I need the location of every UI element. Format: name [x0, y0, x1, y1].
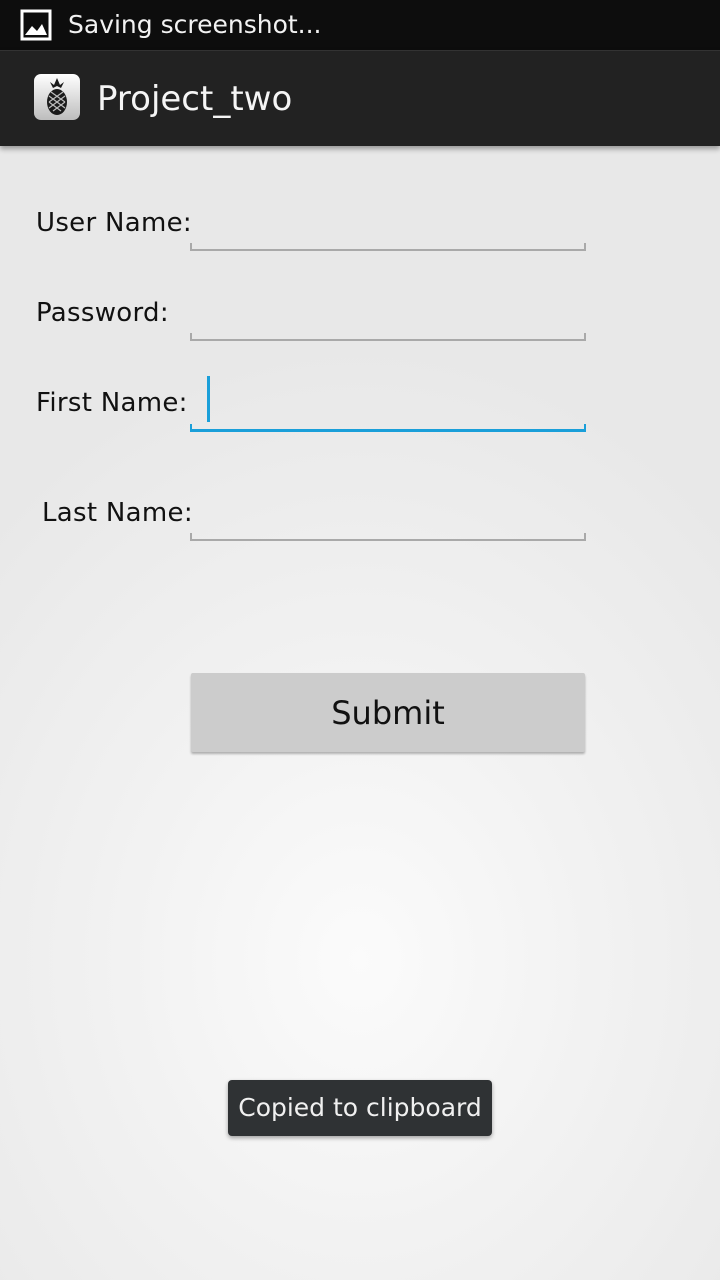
password-label: Password:: [36, 298, 169, 328]
last-name-underline: [190, 533, 586, 541]
submit-button[interactable]: Submit: [191, 673, 585, 752]
last-name-label: Last Name:: [42, 498, 193, 528]
first-name-label: First Name:: [36, 388, 188, 418]
user-name-field[interactable]: [190, 211, 586, 251]
password-field[interactable]: [190, 301, 586, 341]
pineapple-app-icon[interactable]: [33, 73, 81, 121]
first-name-field[interactable]: [190, 376, 586, 432]
text-cursor: [207, 376, 210, 422]
user-name-underline: [190, 243, 586, 251]
toast-message: Copied to clipboard: [228, 1080, 492, 1136]
app-title: Project_two: [97, 79, 293, 119]
status-bar: Saving screenshot...: [0, 0, 720, 50]
action-bar: Project_two: [0, 50, 720, 146]
user-name-label: User Name:: [36, 208, 192, 238]
image-icon: [20, 9, 52, 41]
first-name-underline: [190, 424, 586, 432]
last-name-field[interactable]: [190, 501, 586, 541]
status-notification-text: Saving screenshot...: [68, 10, 322, 39]
password-underline: [190, 333, 586, 341]
